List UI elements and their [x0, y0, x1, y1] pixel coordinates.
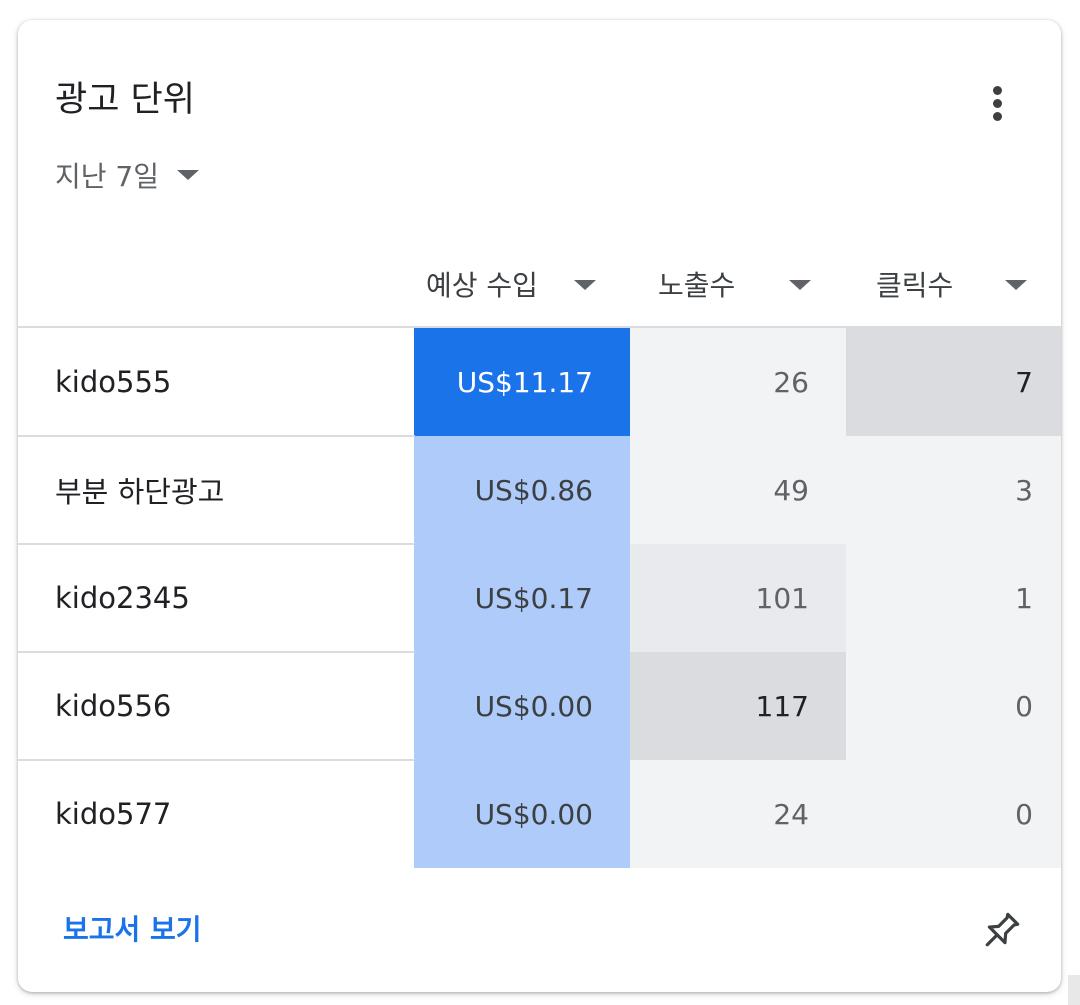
- table-row[interactable]: kido2345 US$0.17 101 1: [18, 544, 1061, 652]
- column-header-revenue[interactable]: 예상 수입: [426, 262, 626, 306]
- ad-unit-name: kido555: [55, 365, 172, 399]
- revenue-cell: US$0.86: [414, 436, 630, 544]
- ad-unit-name: kido556: [55, 689, 172, 723]
- impressions-cell: 49: [630, 436, 846, 544]
- revenue-cell: US$0.00: [414, 652, 630, 760]
- card-title: 광고 단위: [55, 80, 195, 120]
- impressions-cell: 101: [630, 544, 846, 652]
- revenue-cell: US$0.17: [414, 544, 630, 652]
- caret-down-icon: [789, 280, 811, 290]
- column-header-impressions[interactable]: 노출수: [658, 262, 848, 306]
- impressions-cell: 26: [630, 328, 846, 436]
- clicks-cell: 0: [846, 760, 1061, 868]
- more-options-button[interactable]: [976, 80, 1022, 126]
- table-row[interactable]: kido555 US$11.17 26 7: [18, 328, 1061, 436]
- period-dropdown[interactable]: 지난 7일: [55, 155, 199, 195]
- ad-unit-name: kido577: [55, 797, 172, 831]
- pin-button[interactable]: [976, 908, 1024, 956]
- clicks-cell: 3: [846, 436, 1061, 544]
- clicks-cell: 1: [846, 544, 1061, 652]
- revenue-cell: US$0.00: [414, 760, 630, 868]
- table-row[interactable]: kido577 US$0.00 24 0: [18, 760, 1061, 868]
- caret-down-icon: [1005, 280, 1027, 290]
- impressions-cell: 24: [630, 760, 846, 868]
- clicks-cell: 7: [846, 328, 1061, 436]
- table-row[interactable]: kido556 US$0.00 117 0: [18, 652, 1061, 760]
- ad-unit-name: 부분 하단광고: [55, 475, 225, 509]
- column-header-label: 노출수: [658, 269, 736, 302]
- ad-units-card: 광고 단위 지난 7일 예상 수입 노출수 클릭수 kido555 US$11.…: [18, 20, 1061, 992]
- impressions-cell: 117: [630, 652, 846, 760]
- caret-down-icon: [574, 280, 596, 290]
- column-header-clicks[interactable]: 클릭수: [876, 262, 1056, 306]
- period-label: 지난 7일: [55, 160, 159, 193]
- table-row[interactable]: 부분 하단광고 US$0.86 49 3: [18, 436, 1061, 544]
- view-report-link[interactable]: 보고서 보기: [63, 908, 202, 948]
- revenue-cell: US$11.17: [414, 328, 630, 436]
- column-header-label: 클릭수: [876, 269, 954, 302]
- pin-icon: [985, 912, 1020, 947]
- clicks-cell: 0: [846, 652, 1061, 760]
- ad-unit-name: kido2345: [55, 581, 190, 615]
- scrollbar[interactable]: [1068, 975, 1080, 1005]
- column-header-label: 예상 수입: [426, 269, 538, 302]
- caret-down-icon: [177, 170, 199, 180]
